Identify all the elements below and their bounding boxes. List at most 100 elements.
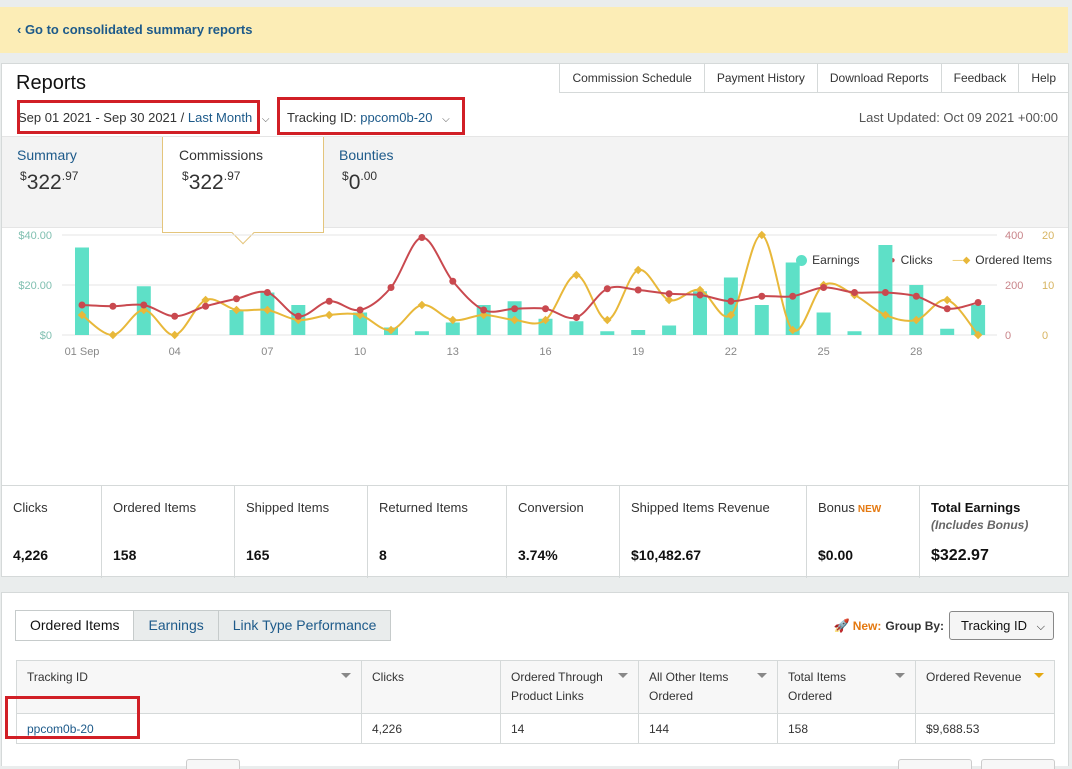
clicks-point bbox=[727, 297, 735, 305]
cell-ordered-revenue: $9,688.53 bbox=[915, 713, 1055, 744]
y-left-tick-label: $20.00 bbox=[18, 280, 52, 292]
y-left-tick-label: $40.00 bbox=[18, 230, 52, 242]
col-tracking-id[interactable]: Tracking ID bbox=[16, 660, 362, 714]
clicks-point bbox=[820, 284, 828, 291]
clicks-point bbox=[542, 305, 549, 313]
metric-ordered-items: Ordered Items 158 bbox=[102, 486, 235, 578]
tab-commissions-amount: $322.97 bbox=[182, 169, 241, 194]
clicks-point bbox=[171, 312, 179, 320]
earnings-bar bbox=[569, 321, 584, 335]
tracking-id-selector[interactable]: Tracking ID: ppcom0b-20 ⌵ bbox=[287, 110, 450, 125]
clicks-point bbox=[109, 302, 117, 310]
clicks-point bbox=[789, 292, 797, 300]
date-preset: Last Month bbox=[187, 110, 253, 125]
date-range-selector[interactable]: Sep 01 2021 - Sep 30 2021 / Last Month ⌵ bbox=[18, 110, 269, 125]
clicks-point bbox=[758, 292, 766, 300]
ordered-items-point bbox=[170, 330, 179, 340]
earnings-bar bbox=[414, 331, 429, 335]
new-badge: NEW bbox=[857, 504, 882, 515]
col-ordered-revenue[interactable]: Ordered Revenue bbox=[915, 660, 1055, 714]
earnings-bar bbox=[816, 312, 831, 335]
reports-panel: Reports Commission Schedule Payment Hist… bbox=[1, 63, 1069, 578]
ordered-items-point bbox=[942, 295, 952, 305]
clicks-point bbox=[634, 286, 642, 294]
tab-summary-label: Summary bbox=[17, 147, 77, 163]
clicks-point bbox=[974, 299, 982, 306]
help-link[interactable]: Help bbox=[1018, 63, 1069, 93]
consolidated-summary-link[interactable]: ‹ Go to consolidated summary reports bbox=[17, 22, 253, 37]
sort-icon bbox=[895, 673, 905, 678]
sort-active-icon bbox=[1034, 673, 1044, 678]
y-right-tick-label: 10 bbox=[1042, 280, 1054, 292]
payment-history-link[interactable]: Payment History bbox=[703, 63, 817, 93]
x-tick-label: 16 bbox=[539, 346, 551, 358]
table-row: ppcom0b-20 4,226 14 144 158 $9,688.53 bbox=[16, 713, 1055, 744]
metric-label: Returned Items bbox=[379, 500, 468, 515]
tab-ordered-items[interactable]: Ordered Items bbox=[15, 610, 135, 641]
clicks-point bbox=[881, 289, 889, 296]
x-tick-label: 28 bbox=[910, 346, 922, 358]
x-tick-label: 25 bbox=[817, 346, 829, 358]
last-updated: Last Updated: Oct 09 2021 +00:00 bbox=[858, 110, 1058, 125]
group-by-select[interactable]: Tracking ID ⌵ bbox=[949, 611, 1054, 640]
clicks-point bbox=[851, 289, 858, 296]
tracking-id-label: Tracking ID: bbox=[287, 110, 357, 125]
metric-total-earnings: Total Earnings (Includes Bonus) $322.97 bbox=[920, 486, 1068, 578]
col-total-items[interactable]: Total Items Ordered bbox=[777, 660, 916, 714]
metric-bonus: Bonus NEW $0.00 bbox=[807, 486, 920, 578]
clicks-point bbox=[943, 305, 951, 313]
clicks-point bbox=[233, 295, 240, 303]
date-range-text: Sep 01 2021 - Sep 30 2021 / bbox=[18, 110, 185, 125]
metric-label: Ordered Items bbox=[113, 500, 197, 515]
sort-icon bbox=[341, 673, 351, 678]
tab-bounties-amount: $0.00 bbox=[342, 169, 378, 194]
y-right-tick-label: 0 bbox=[1042, 330, 1048, 342]
clicks-point bbox=[263, 289, 271, 296]
clicks-point bbox=[480, 306, 488, 314]
metric-label: Clicks bbox=[13, 500, 48, 515]
col-other-items[interactable]: All Other Items Ordered bbox=[638, 660, 778, 714]
sort-icon bbox=[618, 673, 628, 678]
clicks-point bbox=[356, 306, 364, 314]
y-left-tick-label: $0 bbox=[40, 330, 52, 342]
prev-page-button[interactable] bbox=[898, 759, 972, 769]
tab-bounties-label: Bounties bbox=[339, 147, 394, 163]
chevron-down-icon: ⌵ bbox=[261, 114, 270, 125]
detail-tabs: Ordered Items Earnings Link Type Perform… bbox=[15, 610, 392, 641]
next-page-button[interactable] bbox=[981, 759, 1055, 769]
earnings-bar bbox=[909, 285, 924, 335]
metric-value: 4,226 bbox=[13, 547, 49, 563]
tab-earnings[interactable]: Earnings bbox=[133, 610, 219, 641]
clicks-point bbox=[511, 305, 519, 313]
commission-schedule-link[interactable]: Commission Schedule bbox=[559, 63, 704, 93]
clicks-point bbox=[418, 234, 426, 241]
chevron-down-icon: ⌵ bbox=[442, 114, 450, 125]
metric-returned-items: Returned Items 8 bbox=[368, 486, 507, 578]
page-title: Reports bbox=[16, 72, 87, 94]
earnings-bar bbox=[754, 305, 769, 335]
group-by-label: Group By: bbox=[885, 618, 945, 633]
clicks-point bbox=[665, 290, 673, 298]
y-mid-tick-label: 0 bbox=[1005, 330, 1011, 342]
ordered-items-point bbox=[324, 310, 334, 320]
col-clicks[interactable]: Clicks bbox=[361, 660, 501, 714]
clicks-point bbox=[572, 314, 580, 321]
x-tick-label: 04 bbox=[169, 346, 181, 358]
page-size-select[interactable] bbox=[186, 759, 240, 769]
x-tick-label: 13 bbox=[447, 346, 459, 358]
clicks-point bbox=[912, 292, 920, 300]
clicks-point bbox=[603, 285, 611, 293]
ordered-items-point bbox=[108, 330, 118, 340]
x-tick-label: 22 bbox=[725, 346, 737, 358]
metric-value: $322.97 bbox=[931, 547, 989, 564]
tab-link-type-performance[interactable]: Link Type Performance bbox=[217, 610, 392, 641]
metric-label: Total Earnings bbox=[931, 500, 1021, 515]
tab-commissions-label: Commissions bbox=[179, 147, 264, 163]
col-ordered-through[interactable]: Ordered Through Product Links bbox=[500, 660, 639, 714]
download-reports-link[interactable]: Download Reports bbox=[816, 63, 941, 93]
feedback-link[interactable]: Feedback bbox=[940, 63, 1019, 93]
metric-value: $0.00 bbox=[818, 547, 854, 563]
y-mid-tick-label: 400 bbox=[1005, 230, 1023, 242]
cell-tracking-id[interactable]: ppcom0b-20 bbox=[16, 713, 362, 744]
tab-commissions[interactable]: Commissions $322.97 bbox=[162, 137, 324, 245]
